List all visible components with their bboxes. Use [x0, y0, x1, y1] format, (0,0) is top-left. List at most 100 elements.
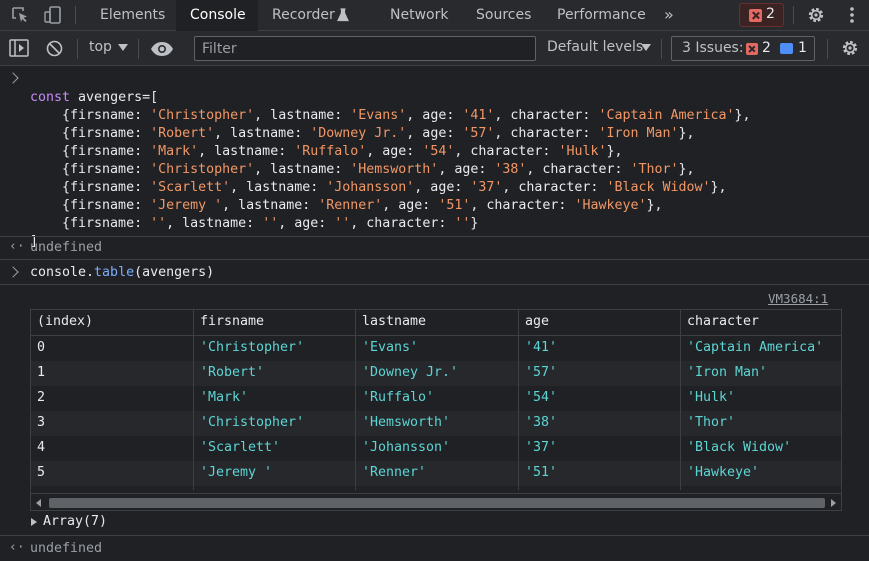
table-cell: 'Mark' [200, 390, 249, 405]
inspect-element-icon[interactable] [10, 5, 30, 25]
table-cell: 'Renner' [362, 465, 427, 480]
tab-performance[interactable]: Performance [557, 0, 646, 30]
message-icon [780, 43, 793, 54]
message-divider [0, 236, 869, 237]
table-cell: 'Iron Man' [687, 365, 768, 380]
string-literal: 'Hemsworth' [350, 162, 439, 177]
console-settings-gear-icon[interactable] [840, 38, 860, 62]
table-cell: '57' [525, 365, 558, 380]
column-header-firsname[interactable]: firsname [200, 314, 264, 329]
scroll-right-icon[interactable] [831, 499, 836, 507]
tab-sources[interactable]: Sources [476, 0, 531, 30]
horizontal-scrollbar[interactable] [31, 493, 841, 510]
chevron-down-icon [118, 44, 128, 51]
error-count-badge[interactable]: 2 [739, 3, 784, 27]
column-divider [518, 310, 519, 490]
string-literal: 'Downey Jr.' [310, 126, 407, 141]
error-x-icon [749, 9, 762, 22]
tab-recorder[interactable]: Recorder [272, 0, 335, 30]
row-index-cell: 0 [37, 340, 46, 355]
string-literal: 'Christopher' [150, 162, 255, 177]
table-cell: 'Christopher' [200, 415, 305, 430]
string-literal: 'Johansson' [326, 180, 415, 195]
table-cell: 'Christopher' [200, 340, 305, 355]
code-token: }, [646, 198, 663, 213]
code-token: , character: [526, 162, 631, 177]
tab-divider [75, 6, 76, 24]
settings-gear-icon[interactable] [806, 5, 826, 25]
code-token: , lastname: [254, 162, 351, 177]
code-token: , character: [494, 126, 599, 141]
code-token: , age: [278, 216, 335, 231]
sidebar-toggle-icon[interactable] [9, 39, 29, 61]
return-arrow-icon: ‹· [9, 239, 25, 254]
array-summary[interactable]: Array(7) [43, 513, 107, 531]
code-method: table [94, 265, 135, 280]
console-input-table: console.table(avengers) [30, 264, 214, 282]
code-token: {firsname: [30, 180, 151, 195]
toolbar-divider [827, 39, 828, 59]
source-link[interactable]: VM3684:1 [768, 291, 828, 306]
code-token: , character: [494, 108, 599, 123]
tab-network[interactable]: Network [390, 0, 448, 30]
string-literal: 'Black Widow' [606, 180, 711, 195]
device-toolbar-icon[interactable] [43, 5, 63, 25]
code-token: , lastname: [166, 216, 263, 231]
message-divider [0, 535, 869, 536]
issues-button[interactable]: 3 Issues: 2 1 [671, 36, 815, 61]
console-toolbar: top Default levels 3 Issues: 2 1 [0, 31, 869, 66]
code-token: }, [678, 162, 695, 177]
table-row: 1 'Robert' 'Downey Jr.' '57' 'Iron Man' [31, 361, 841, 386]
table-cell: 'Robert' [200, 365, 265, 380]
error-count: 2 [766, 6, 775, 22]
tab-recorder-label: Recorder [272, 7, 335, 23]
code-line: const avengers=[ [30, 89, 158, 107]
code-token: {firsname: [30, 216, 151, 231]
log-levels-dropdown[interactable]: Default levels [547, 39, 643, 55]
code-token: } [470, 216, 479, 231]
context-selector[interactable]: top [89, 39, 112, 55]
string-literal: '38' [494, 162, 527, 177]
column-header-character[interactable]: character [687, 314, 759, 329]
issues-error-count: 2 [762, 40, 771, 56]
column-header-index[interactable]: (index) [37, 314, 93, 329]
filter-input[interactable] [194, 36, 536, 61]
scrollbar-thumb[interactable] [49, 498, 825, 508]
tab-elements[interactable]: Elements [100, 0, 165, 30]
table-cell: 'Hulk' [687, 390, 736, 405]
string-literal: '57' [462, 126, 495, 141]
string-literal: 'Hulk' [558, 144, 607, 159]
table-cell: 'Hawkeye' [687, 465, 760, 480]
code-token: }, [606, 144, 623, 159]
expand-triangle-icon[interactable] [31, 518, 37, 526]
table-row: 5 'Jeremy ' 'Renner' '51' 'Hawkeye' [31, 461, 841, 486]
table-row: 4 'Scarlett' 'Johansson' '37' 'Black Widow' [31, 436, 841, 461]
table-header: (index) firsname lastname age character [31, 310, 841, 336]
column-header-lastname[interactable]: lastname [362, 314, 426, 329]
table-cell: 'Hemsworth' [362, 415, 451, 430]
code-token: {firsname: [30, 126, 151, 141]
code-token: , character: [470, 198, 575, 213]
code-token: , lastname: [198, 144, 295, 159]
string-literal: '' [334, 216, 351, 231]
code-token: , age: [414, 180, 471, 195]
live-expression-eye-icon[interactable] [150, 41, 174, 61]
clear-console-icon[interactable] [45, 39, 64, 62]
row-index-cell: 3 [37, 415, 46, 430]
table-cell: '38' [525, 415, 558, 430]
string-literal: '37' [470, 180, 503, 195]
column-divider [193, 310, 194, 490]
table-cell: 'Captain America' [687, 340, 824, 355]
error-x-icon [746, 43, 758, 55]
code-token: , lastname: [254, 108, 351, 123]
string-literal: '' [454, 216, 471, 231]
more-tabs-button[interactable]: » [664, 0, 674, 30]
issues-label: 3 Issues: [682, 40, 744, 56]
tab-console[interactable]: Console [176, 0, 258, 31]
column-header-age[interactable]: age [525, 314, 549, 329]
code-line: {firsname: 'Christopher', lastname: 'Hem… [30, 161, 695, 179]
scroll-left-icon[interactable] [36, 499, 41, 507]
code-line: {firsname: 'Christopher', lastname: 'Eva… [30, 107, 751, 125]
return-arrow-icon: ‹· [9, 540, 25, 555]
more-vertical-icon[interactable] [842, 5, 862, 25]
